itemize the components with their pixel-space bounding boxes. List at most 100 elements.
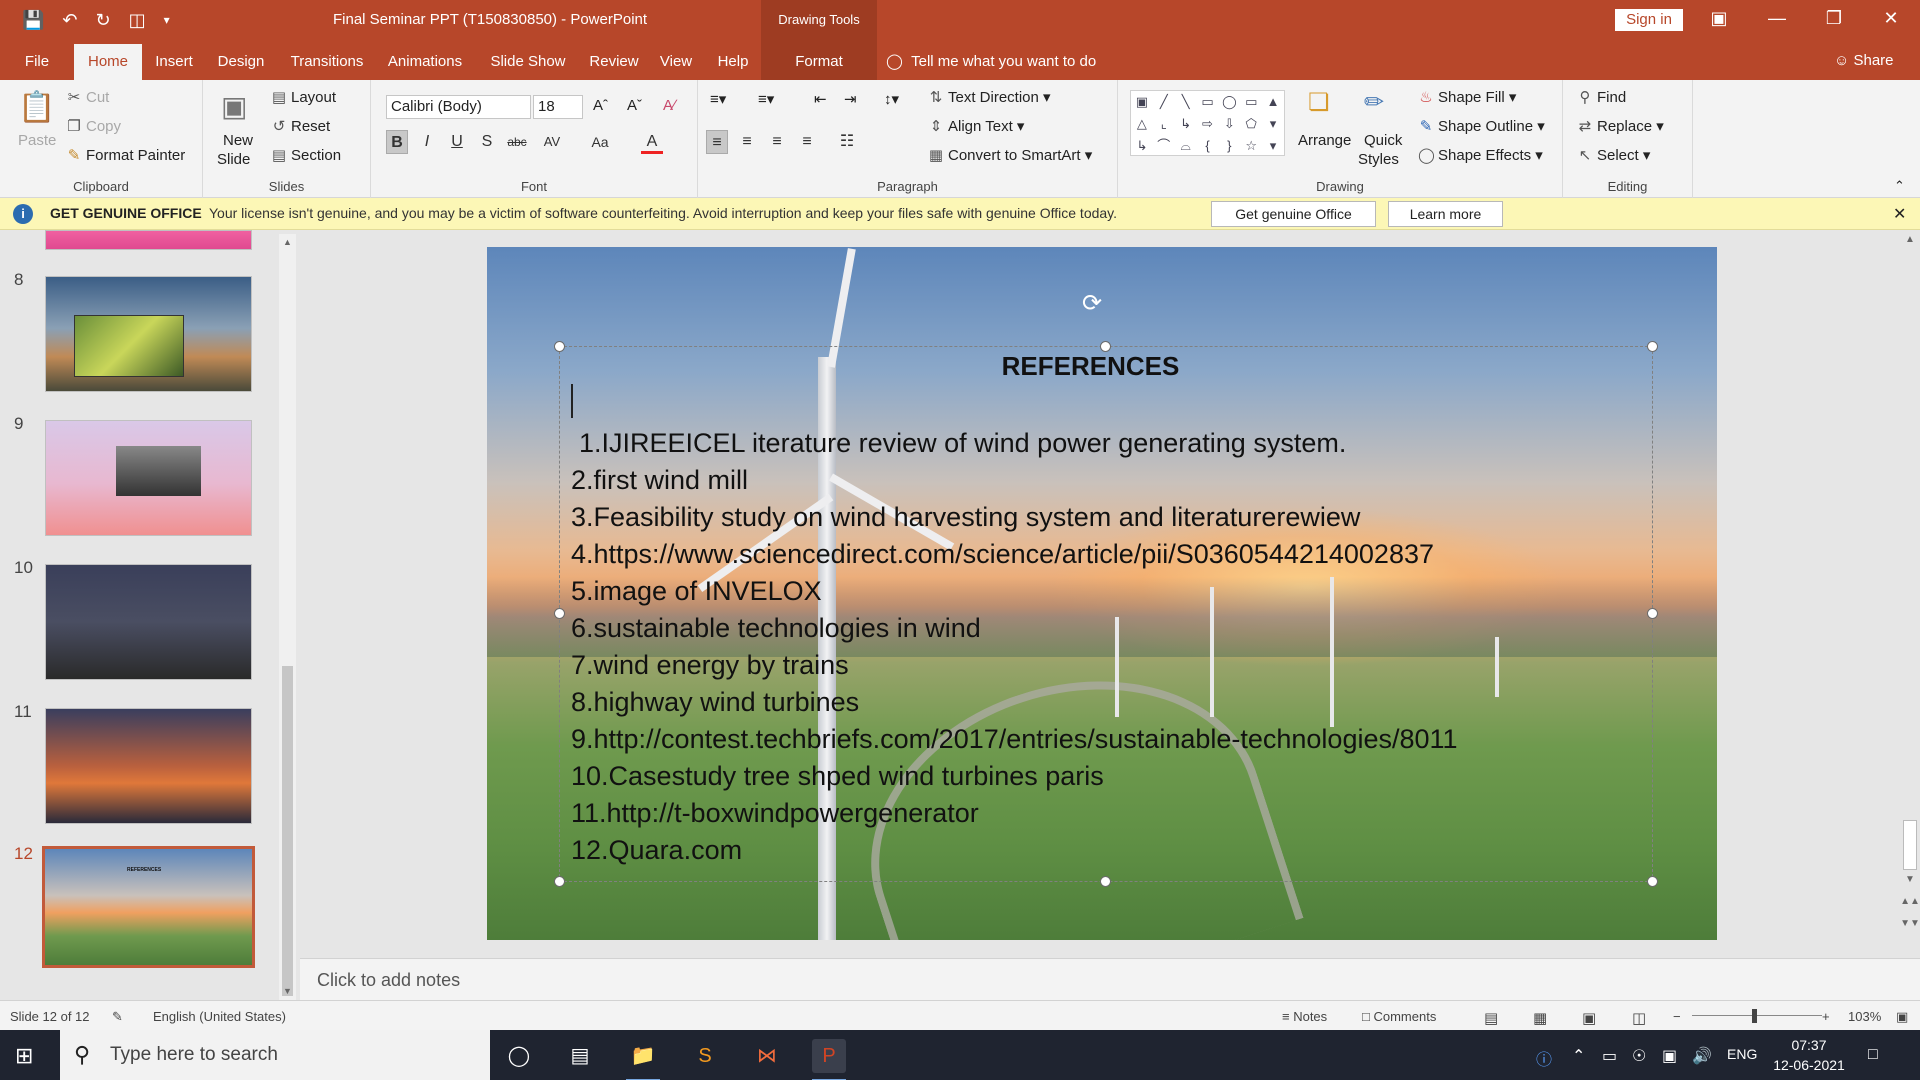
system-clock[interactable]: 07:37 12-06-2021 <box>1772 1035 1846 1075</box>
arrange-button[interactable]: Arrange <box>1298 132 1351 149</box>
shape-effects-button[interactable]: ◯ Shape Effects ▾ <box>1418 146 1543 164</box>
resize-handle[interactable] <box>554 876 565 887</box>
columns-button[interactable]: ☷ <box>836 130 858 154</box>
scroll-down-icon[interactable]: ▼ <box>279 983 296 1000</box>
zoom-level[interactable]: 103% <box>1848 1009 1881 1024</box>
tab-review[interactable]: Review <box>587 40 641 80</box>
reference-item[interactable]: 5.image of INVELOX <box>571 573 1691 610</box>
text-direction-button[interactable]: ⇅ Text Direction ▾ <box>928 88 1051 106</box>
italic-button[interactable]: I <box>416 130 438 154</box>
character-spacing-button[interactable]: AV <box>541 130 563 154</box>
numbering-icon[interactable]: ≡▾ <box>758 90 774 108</box>
tab-help[interactable]: Help <box>712 40 754 80</box>
slide-sorter-icon[interactable]: ▦ <box>1533 1009 1547 1027</box>
line-spacing-icon[interactable]: ↕▾ <box>884 90 899 108</box>
task-view-icon[interactable]: ▤ <box>563 1039 597 1073</box>
share-button[interactable]: ☺ Share <box>1834 52 1894 69</box>
reference-item[interactable]: 3.Feasibility study on wind harvesting s… <box>571 499 1691 536</box>
scrollbar-thumb[interactable] <box>1903 820 1917 870</box>
replace-button[interactable]: ⇄ Replace ▾ <box>1577 117 1664 135</box>
rotate-handle-icon[interactable]: ⟳ <box>1082 289 1102 318</box>
language-indicator[interactable]: English (United States) <box>153 1009 286 1024</box>
start-slideshow-icon[interactable]: ◫ <box>129 8 146 32</box>
close-window-button[interactable]: ✕ <box>1879 8 1903 29</box>
learn-more-button[interactable]: Learn more <box>1388 201 1503 227</box>
minimize-button[interactable]: — <box>1765 8 1789 29</box>
slide-title[interactable]: REFERENCES <box>487 351 1694 382</box>
section-button[interactable]: ▤ Section <box>271 146 341 164</box>
increase-font-size-icon[interactable]: Aˆ <box>593 97 608 114</box>
tab-transitions[interactable]: Transitions <box>286 40 368 80</box>
taskbar-search-box[interactable]: ⚲ Type here to search <box>60 1030 490 1080</box>
customize-qat-icon[interactable]: ▾ <box>164 8 170 32</box>
redo-icon[interactable]: ↻ <box>96 8 111 32</box>
zoom-out-icon[interactable]: − <box>1673 1009 1681 1024</box>
quick-styles-label-1[interactable]: Quick <box>1364 132 1402 149</box>
decrease-indent-icon[interactable]: ⇤ <box>814 90 827 108</box>
justify-button[interactable]: ≡ <box>796 130 818 154</box>
align-center-button[interactable]: ≡ <box>736 130 758 154</box>
network-icon[interactable]: ☉ <box>1632 1046 1646 1066</box>
convert-smartart-button[interactable]: ▦ Convert to SmartArt ▾ <box>928 146 1092 164</box>
clear-formatting-icon[interactable]: A∕ <box>663 97 676 114</box>
file-explorer-icon[interactable]: 📁 <box>626 1039 660 1080</box>
tab-slide-show[interactable]: Slide Show <box>484 40 572 80</box>
undo-icon[interactable]: ↶ <box>62 8 77 32</box>
format-painter-button[interactable]: ✎ Format Painter <box>66 146 186 164</box>
scrollbar-thumb[interactable] <box>282 666 293 996</box>
reference-item[interactable]: 6.sustainable technologies in wind <box>571 610 1691 647</box>
new-slide-label-2[interactable]: Slide <box>217 151 250 168</box>
align-text-button[interactable]: ⇕ Align Text ▾ <box>928 117 1025 135</box>
notes-placeholder[interactable]: Click to add notes <box>317 970 460 991</box>
notifications-icon[interactable]: □ <box>1868 1046 1878 1064</box>
zoom-slider[interactable] <box>1692 1015 1822 1016</box>
reset-button[interactable]: ↺ Reset <box>271 117 330 135</box>
tab-design[interactable]: Design <box>213 40 269 80</box>
resize-handle[interactable] <box>1100 876 1111 887</box>
reference-item[interactable]: 8.highway wind turbines <box>571 684 1691 721</box>
tab-file[interactable]: File <box>14 40 60 80</box>
scroll-up-icon[interactable]: ▲ <box>279 234 296 251</box>
powerpoint-icon[interactable]: P <box>812 1039 846 1080</box>
slide-canvas[interactable]: ⟳ REFERENCES 1.IJIREEICEL iterature revi… <box>487 247 1717 940</box>
save-icon[interactable]: 💾 <box>22 8 44 32</box>
comments-button[interactable]: □ Comments <box>1362 1009 1436 1024</box>
tab-home[interactable]: Home <box>74 44 142 80</box>
bold-button[interactable]: B <box>386 130 408 154</box>
change-case-button[interactable]: Aa <box>589 130 611 154</box>
font-size-select[interactable]: 18 <box>533 95 583 119</box>
show-hidden-icons-icon[interactable]: ⌃ <box>1572 1046 1585 1066</box>
align-left-button[interactable]: ≡ <box>706 130 728 154</box>
tab-format[interactable]: Format <box>761 40 877 80</box>
previous-slide-icon[interactable]: ▲▲ <box>1900 896 1920 907</box>
new-slide-label-1[interactable]: New <box>223 132 253 149</box>
new-slide-icon[interactable]: ▣ <box>221 90 247 123</box>
slide-thumbnail-9[interactable] <box>45 420 252 536</box>
slide-thumbnail-11[interactable] <box>45 708 252 824</box>
underline-button[interactable]: U <box>446 130 468 154</box>
normal-view-icon[interactable]: ▤ <box>1484 1009 1498 1027</box>
help-icon[interactable]: ⓘ <box>1536 1046 1552 1070</box>
slide-thumbnail-10[interactable] <box>45 564 252 680</box>
close-icon[interactable]: ✕ <box>1893 204 1906 224</box>
arrange-icon[interactable]: ❏ <box>1308 88 1330 117</box>
bullets-icon[interactable]: ≡▾ <box>710 90 726 108</box>
next-slide-icon[interactable]: ▼▼ <box>1900 918 1920 929</box>
slide-thumbnail-8[interactable] <box>45 276 252 392</box>
increase-indent-icon[interactable]: ⇥ <box>844 90 857 108</box>
zoom-slider-thumb[interactable] <box>1752 1009 1757 1023</box>
scroll-up-icon[interactable]: ▲ <box>1900 234 1920 245</box>
display-icon[interactable]: ▣ <box>1662 1046 1677 1066</box>
select-button[interactable]: ↖ Select ▾ <box>1577 146 1651 164</box>
volume-icon[interactable]: 🔊 <box>1692 1046 1712 1066</box>
tab-insert[interactable]: Insert <box>152 40 196 80</box>
reference-item[interactable]: 9.http://contest.techbriefs.com/2017/ent… <box>571 721 1691 758</box>
battery-icon[interactable]: ▭ <box>1602 1046 1617 1066</box>
spell-check-icon[interactable]: ✎ <box>112 1009 123 1025</box>
resize-handle[interactable] <box>1647 876 1658 887</box>
reference-item[interactable]: 10.Casestudy tree shped wind turbines pa… <box>571 758 1691 795</box>
xampp-icon[interactable]: ⋈ <box>750 1039 784 1073</box>
reference-item[interactable]: 2.first wind mill <box>571 462 1691 499</box>
slide-thumbnail-7-partial[interactable] <box>45 230 252 250</box>
slide-thumbnail-12[interactable]: REFERENCES <box>42 846 255 968</box>
